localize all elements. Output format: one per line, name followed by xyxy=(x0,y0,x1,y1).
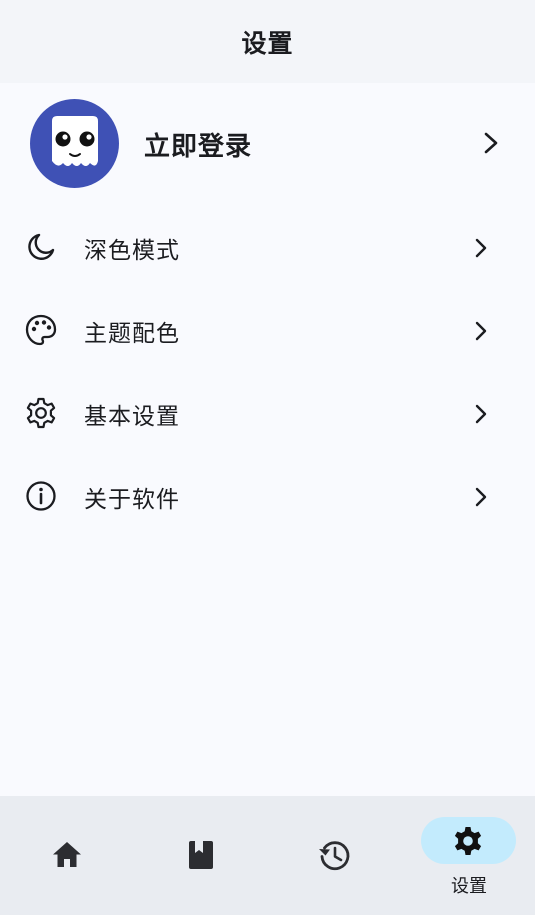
app-bar: 设置 xyxy=(0,0,535,83)
nav-tab-home[interactable] xyxy=(0,796,133,915)
chevron-right-icon xyxy=(475,238,487,258)
page-title: 设置 xyxy=(241,28,294,58)
nav-tab-settings-label: 设置 xyxy=(451,876,487,897)
chevron-right-icon xyxy=(475,321,487,341)
settings-icon xyxy=(454,827,482,855)
login-label: 立即登录 xyxy=(144,132,253,162)
moon-icon xyxy=(28,233,55,260)
settings-screen: 设置 立即登录 深色模式 主题配色 基本设置 关于软件 设置 xyxy=(0,0,535,915)
menu-item-label: 主题配色 xyxy=(84,321,180,347)
login-row[interactable]: 立即登录 xyxy=(0,96,535,192)
chevron-right-icon xyxy=(475,404,487,424)
menu-item-label: 关于软件 xyxy=(84,487,180,513)
menu-item-basic-settings[interactable]: 基本设置 xyxy=(0,370,535,453)
nav-tab-bookshelf[interactable] xyxy=(134,796,267,915)
info-icon xyxy=(26,481,56,511)
menu-item-about[interactable]: 关于软件 xyxy=(0,453,535,536)
history-icon xyxy=(319,841,350,871)
chevron-right-icon xyxy=(475,487,487,507)
nav-tab-history[interactable] xyxy=(268,796,401,915)
menu-item-dark-mode[interactable]: 深色模式 xyxy=(0,204,535,287)
book-icon xyxy=(189,841,213,869)
avatar xyxy=(30,99,119,188)
menu-item-label: 深色模式 xyxy=(84,238,180,264)
home-icon xyxy=(53,842,81,867)
menu-item-theme-color[interactable]: 主题配色 xyxy=(0,287,535,370)
chevron-right-icon xyxy=(484,132,498,154)
palette-icon xyxy=(25,314,57,346)
ghost-mascot-icon xyxy=(52,116,98,166)
nav-tab-settings[interactable] xyxy=(421,817,516,864)
menu-item-label: 基本设置 xyxy=(84,404,180,430)
gear-icon xyxy=(26,397,56,429)
bottom-navigation: 设置 xyxy=(0,796,535,915)
